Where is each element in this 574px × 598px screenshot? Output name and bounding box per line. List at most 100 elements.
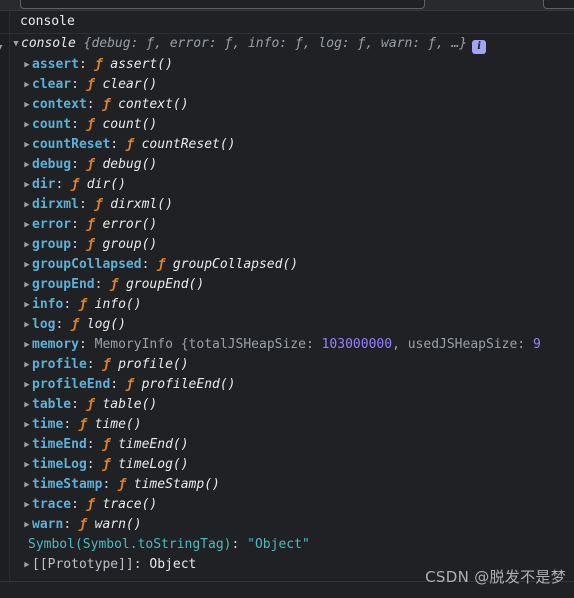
info-icon[interactable]: i [472, 40, 487, 54]
property-row[interactable]: ▶ dirxml: ƒ dirxml() [0, 195, 574, 215]
property-colon: : [55, 177, 72, 192]
chevron-right-icon[interactable]: ▶ [22, 435, 32, 455]
chevron-right-icon[interactable]: ▶ [22, 335, 32, 355]
chevron-right-icon[interactable]: ▶ [22, 295, 32, 315]
function-signature: trace() [102, 497, 158, 512]
chevron-down-icon[interactable]: ▼ [11, 33, 21, 55]
function-signature: assert() [110, 57, 173, 72]
property-row[interactable]: ▶ clear: ƒ clear() [0, 75, 574, 95]
property-name: count [32, 117, 72, 132]
function-signature: info() [94, 297, 142, 312]
chevron-right-icon[interactable]: ▶ [22, 155, 32, 175]
property-name: trace [32, 497, 72, 512]
chevron-right-icon[interactable]: ▶ [22, 355, 32, 375]
property-row[interactable]: ▶ context: ƒ context() [0, 95, 574, 115]
property-row[interactable]: ▶ debug: ƒ debug() [0, 155, 574, 175]
function-signature: debug() [102, 157, 158, 172]
property-name: profile [32, 357, 87, 372]
property-row[interactable]: ▶ assert: ƒ assert() [0, 55, 574, 75]
chevron-right-icon[interactable]: ▶ [22, 495, 32, 515]
function-marker: ƒ [102, 97, 119, 112]
chevron-right-icon[interactable]: ▶ [22, 135, 32, 155]
property-name: dir [32, 177, 56, 192]
property-colon: : [86, 357, 103, 372]
property-row[interactable]: ▶ timeLog: ƒ timeLog() [0, 455, 574, 475]
function-signature: groupCollapsed() [172, 257, 299, 272]
function-signature: count() [102, 117, 158, 132]
function-signature: profileEnd() [141, 377, 236, 392]
console-input-echo-text: console [20, 14, 75, 29]
chevron-right-icon[interactable]: ▶ [22, 75, 32, 95]
property-row[interactable]: ▶ profile: ƒ profile() [0, 355, 574, 375]
property-colon: : [110, 377, 126, 392]
chevron-right-icon[interactable]: ▶ [22, 95, 32, 115]
chevron-right-icon[interactable]: ▶ [22, 475, 32, 495]
chevron-right-icon[interactable]: ▶ [22, 115, 32, 135]
function-signature: countReset() [141, 137, 236, 152]
property-colon: : [86, 437, 103, 452]
chevron-right-icon[interactable]: ▶ [22, 175, 32, 195]
chevron-right-icon[interactable]: ▶ [22, 375, 32, 395]
chevron-right-icon[interactable]: ▶ [22, 215, 32, 235]
console-levels-select[interactable] [543, 0, 574, 9]
console-property-list-top: ▶ assert: ƒ assert() ▶ clear: ƒ clear() ▶ con… [0, 55, 574, 335]
function-signature: timeStamp() [133, 477, 220, 492]
property-row[interactable]: ▶ timeStamp: ƒ timeStamp() [0, 475, 574, 495]
property-colon: : [55, 317, 72, 332]
chevron-right-icon[interactable]: ▶ [22, 515, 32, 535]
chevron-right-icon[interactable]: ▶ [22, 235, 32, 255]
property-row[interactable]: ▶ count: ƒ count() [0, 115, 574, 135]
property-row[interactable]: ▶ time: ƒ time() [0, 415, 574, 435]
function-signature: table() [102, 397, 158, 412]
property-colon: : [71, 77, 87, 92]
property-row[interactable]: ▶ countReset: ƒ countReset() [0, 135, 574, 155]
property-name: dirxml [32, 197, 79, 212]
property-row-prototype[interactable]: ▶ [[Prototype]]: Object [0, 555, 574, 575]
chevron-right-icon[interactable]: ▶ [22, 555, 32, 575]
property-row[interactable]: ▶ info: ƒ info() [0, 295, 574, 315]
console-output-area[interactable]: console ▼ ▼console {debug: ƒ, error: ƒ, … [0, 11, 574, 581]
property-colon: : [78, 57, 95, 72]
function-marker: ƒ [86, 117, 103, 132]
property-row[interactable]: ▶ error: ƒ error() [0, 215, 574, 235]
property-row[interactable]: ▶ group: ƒ group() [0, 235, 574, 255]
console-filter-input[interactable] [20, 0, 425, 9]
property-name: warn [32, 517, 64, 532]
property-row[interactable]: ▶ groupCollapsed: ƒ groupCollapsed() [0, 255, 574, 275]
property-colon: : [102, 477, 119, 492]
function-signature: dir() [86, 177, 126, 192]
function-signature: group() [102, 237, 158, 252]
property-name: profileEnd [32, 377, 111, 392]
chevron-right-icon[interactable]: ▶ [22, 315, 32, 335]
property-name: timeStamp [32, 477, 103, 492]
console-result-header[interactable]: ▼ ▼console {debug: ƒ, error: ƒ, info: ƒ,… [0, 33, 574, 55]
chevron-right-icon[interactable]: ▶ [22, 415, 32, 435]
function-marker: ƒ [102, 357, 119, 372]
property-row[interactable]: ▶ timeEnd: ƒ timeEnd() [0, 435, 574, 455]
console-property-list-bottom: ▶ profile: ƒ profile() ▶ profileEnd: ƒ prof… [0, 355, 574, 535]
chevron-right-icon[interactable]: ▶ [22, 255, 32, 275]
chevron-right-icon[interactable]: ▶ [22, 55, 32, 75]
property-row[interactable]: ▶ table: ƒ table() [0, 395, 574, 415]
chevron-right-icon[interactable]: ▶ [22, 275, 32, 295]
property-name: timeEnd [32, 437, 87, 452]
function-signature: timeEnd() [118, 437, 189, 452]
property-row[interactable]: ▶ dir: ƒ dir() [0, 175, 574, 195]
chevron-right-icon[interactable]: ▶ [22, 195, 32, 215]
property-row-memory[interactable]: ▶ memory: MemoryInfo {totalJSHeapSize: 10… [0, 335, 574, 355]
property-colon: : [71, 217, 87, 232]
property-name: timeLog [32, 457, 87, 472]
prototype-colon: : [133, 557, 142, 572]
property-row[interactable]: ▶ groupEnd: ƒ groupEnd() [0, 275, 574, 295]
property-row[interactable]: ▶ trace: ƒ trace() [0, 495, 574, 515]
property-row[interactable]: ▶ warn: ƒ warn() [0, 515, 574, 535]
function-marker: ƒ [78, 517, 95, 532]
chevron-right-icon[interactable]: ▶ [22, 455, 32, 475]
chevron-right-icon[interactable]: ▶ [22, 395, 32, 415]
property-row[interactable]: ▶ profileEnd: ƒ profileEnd() [0, 375, 574, 395]
symbol-key: Symbol(Symbol.toStringTag) [28, 537, 232, 552]
property-row[interactable]: ▶ log: ƒ log() [0, 315, 574, 335]
function-marker: ƒ [86, 217, 103, 232]
property-name: error [32, 217, 72, 232]
function-signature: clear() [102, 77, 158, 92]
